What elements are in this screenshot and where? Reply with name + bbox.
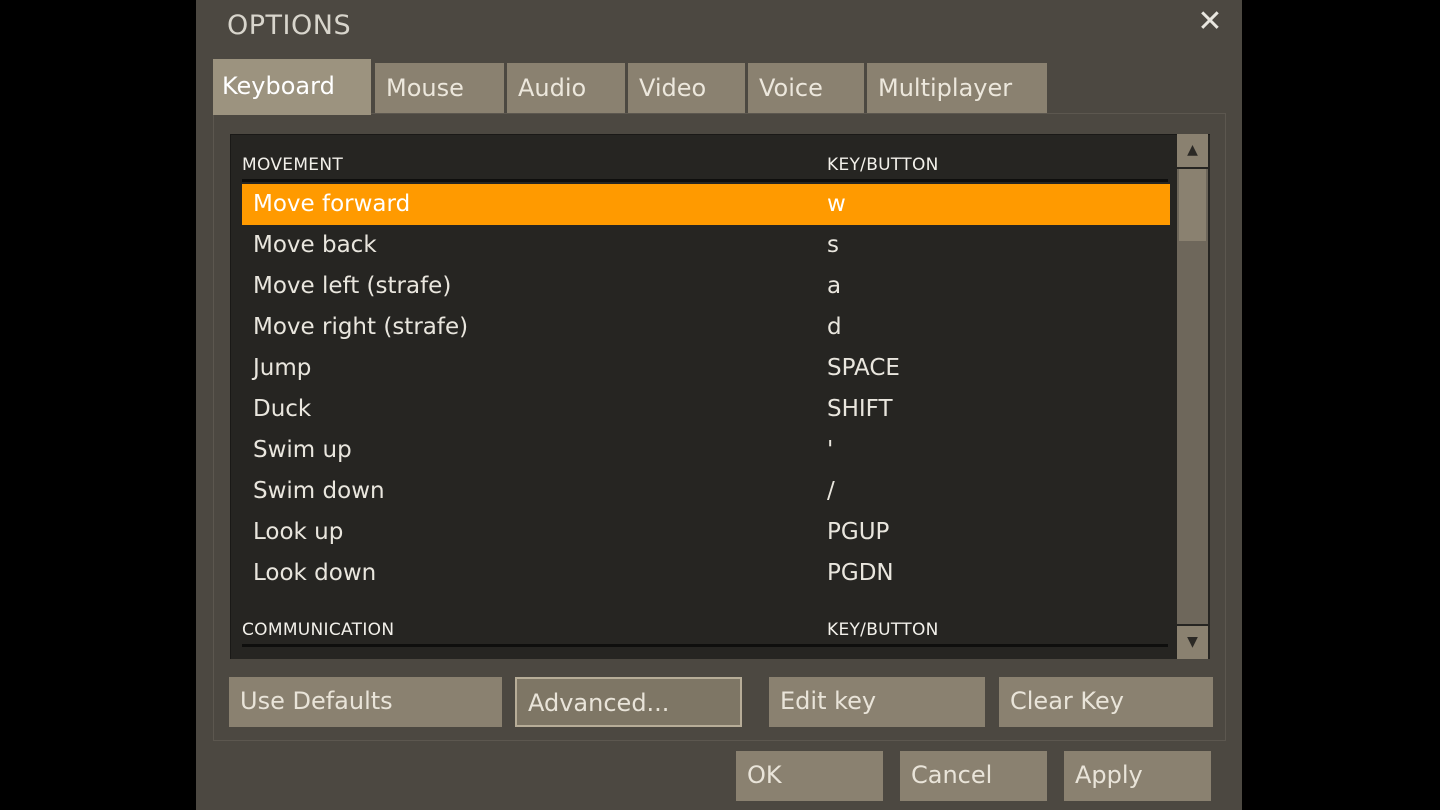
cancel-button[interactable]: Cancel <box>900 751 1047 801</box>
edit-key-button[interactable]: Edit key <box>769 677 985 727</box>
keybind-row-swim-down[interactable]: Swim down / <box>242 471 1170 512</box>
keybind-row-look-up[interactable]: Look up PGUP <box>242 512 1170 553</box>
keybind-row-duck[interactable]: Duck SHIFT <box>242 389 1170 430</box>
tab-multiplayer[interactable]: Multiplayer <box>867 63 1047 113</box>
section-divider <box>242 644 1168 647</box>
clear-key-button[interactable]: Clear Key <box>999 677 1213 727</box>
keybind-list-content: MOVEMENT KEY/BUTTON Move forward w Move … <box>242 134 1172 659</box>
action-label: Move back <box>253 232 377 258</box>
section-title: COMMUNICATION <box>242 620 395 640</box>
apply-button[interactable]: Apply <box>1064 751 1211 801</box>
action-label: Swim up <box>253 437 352 463</box>
ok-button[interactable]: OK <box>736 751 883 801</box>
tab-voice[interactable]: Voice <box>748 63 864 113</box>
scrollbar-track[interactable] <box>1177 169 1208 624</box>
tab-audio[interactable]: Audio <box>507 63 625 113</box>
section-divider <box>242 179 1168 182</box>
key-label: SHIFT <box>827 396 893 422</box>
keybind-list: MOVEMENT KEY/BUTTON Move forward w Move … <box>230 134 1210 659</box>
key-label: w <box>827 191 846 217</box>
action-label: Look up <box>253 519 344 545</box>
section-header-movement: MOVEMENT KEY/BUTTON <box>242 138 1168 182</box>
action-label: Jump <box>253 355 312 381</box>
options-dialog: OPTIONS ✕ Keyboard Mouse Audio Video Voi… <box>196 0 1242 810</box>
tab-video[interactable]: Video <box>628 63 745 113</box>
key-label: / <box>827 478 835 504</box>
section-title: MOVEMENT <box>242 155 344 175</box>
key-label: PGUP <box>827 519 890 545</box>
keybind-row-move-forward[interactable]: Move forward w <box>242 184 1170 225</box>
action-label: Move forward <box>253 191 411 217</box>
close-icon[interactable]: ✕ <box>1194 6 1226 38</box>
key-label: d <box>827 314 842 340</box>
key-label: ' <box>827 437 834 463</box>
keybind-row-move-right[interactable]: Move right (strafe) d <box>242 307 1170 348</box>
action-label: Swim down <box>253 478 385 504</box>
action-label: Move left (strafe) <box>253 273 452 299</box>
section-header-communication: COMMUNICATION KEY/BUTTON <box>242 603 1168 647</box>
key-label: SPACE <box>827 355 900 381</box>
column-header-key: KEY/BUTTON <box>827 620 939 640</box>
tab-keyboard[interactable]: Keyboard <box>213 59 371 115</box>
action-label: Move right (strafe) <box>253 314 469 340</box>
arrow-down-icon[interactable]: ▼ <box>1177 626 1208 659</box>
advanced-button[interactable]: Advanced... <box>515 677 742 727</box>
key-label: a <box>827 273 842 299</box>
key-label: PGDN <box>827 560 894 586</box>
action-label: Duck <box>253 396 312 422</box>
keybind-row-look-down[interactable]: Look down PGDN <box>242 553 1170 594</box>
keybind-row-move-back[interactable]: Move back s <box>242 225 1170 266</box>
arrow-up-icon[interactable]: ▲ <box>1177 134 1208 167</box>
use-defaults-button[interactable]: Use Defaults <box>229 677 502 727</box>
action-label: Look down <box>253 560 377 586</box>
keybind-row-swim-up[interactable]: Swim up ' <box>242 430 1170 471</box>
tab-mouse[interactable]: Mouse <box>375 63 504 113</box>
key-label: s <box>827 232 839 258</box>
dialog-title: OPTIONS <box>227 10 352 41</box>
keybind-row-jump[interactable]: Jump SPACE <box>242 348 1170 389</box>
list-scrollbar[interactable]: ▲ ▼ <box>1177 134 1208 659</box>
scrollbar-thumb[interactable] <box>1179 169 1206 241</box>
keybind-row-move-left[interactable]: Move left (strafe) a <box>242 266 1170 307</box>
column-header-key: KEY/BUTTON <box>827 155 939 175</box>
